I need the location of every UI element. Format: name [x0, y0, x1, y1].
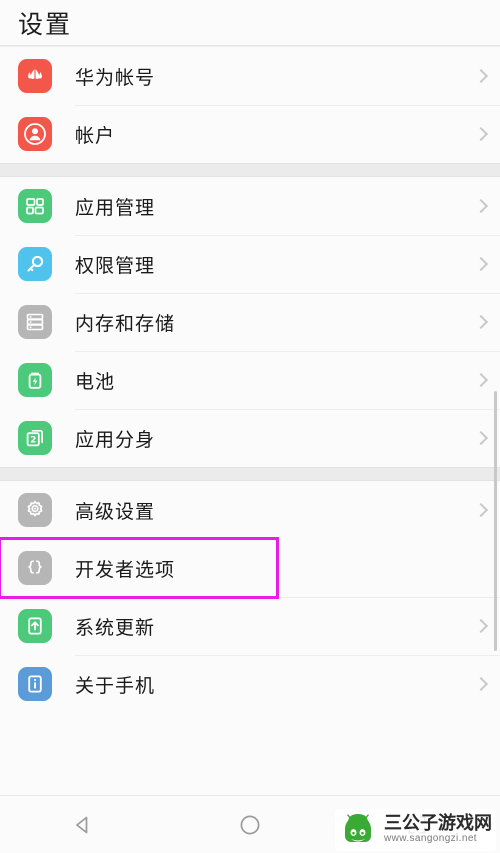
list-scrollbar[interactable] [494, 391, 497, 651]
settings-row-label: 权限管理 [75, 254, 156, 277]
settings-row-label: 开发者选项 [75, 558, 176, 581]
settings-row-app-twin[interactable]: 2 应用分身 [0, 409, 500, 467]
info-icon [18, 667, 52, 701]
settings-row-about-phone[interactable]: 关于手机 [0, 655, 500, 713]
settings-row-label: 华为帐号 [75, 66, 156, 89]
settings-row-permission-management[interactable]: 权限管理 [0, 235, 500, 293]
settings-row-memory-storage[interactable]: 内存和存储 [0, 293, 500, 351]
settings-row-label: 应用分身 [75, 428, 156, 451]
battery-icon [18, 363, 52, 397]
chevron-right-icon [476, 256, 486, 273]
chevron-right-icon [476, 430, 486, 447]
settings-row-label: 内存和存储 [75, 312, 176, 335]
settings-row-developer-options[interactable]: 开发者选项 [0, 537, 279, 599]
settings-row-app-management[interactable]: 应用管理 [0, 177, 500, 235]
app-twin-icon: 2 [18, 421, 52, 455]
group-separator [0, 467, 500, 481]
braces-icon [18, 551, 52, 585]
settings-row-accounts[interactable]: 帐户 [0, 105, 500, 163]
chevron-right-icon [476, 502, 486, 519]
svg-text:2: 2 [30, 435, 36, 445]
account-person-icon [18, 117, 52, 151]
chevron-right-icon [476, 676, 486, 693]
settings-group-account: 华为帐号 帐户 [0, 46, 500, 163]
settings-row-label: 应用管理 [75, 196, 156, 219]
key-icon [18, 247, 52, 281]
settings-group-advanced: 高级设置 开发者选项 系统更新 关于手机 [0, 481, 500, 713]
settings-row-label: 关于手机 [75, 674, 156, 697]
settings-row-advanced-settings[interactable]: 高级设置 [0, 481, 500, 539]
settings-list[interactable]: 华为帐号 帐户 应用管理 权限管理 内存和存储 电池 2 应用分身 高级设置 开… [0, 46, 500, 795]
android-robot-icon [337, 811, 379, 849]
settings-row-label: 电池 [75, 370, 116, 393]
settings-row-label: 帐户 [75, 124, 116, 147]
settings-group-system: 应用管理 权限管理 内存和存储 电池 2 应用分身 [0, 177, 500, 467]
app-header: 设置 [0, 0, 500, 46]
app-grid-icon [18, 189, 52, 223]
system-navigation-bar: 三公子游戏网 www.sangongzi.net [0, 795, 500, 853]
system-update-icon [18, 609, 52, 643]
storage-server-icon [18, 305, 52, 339]
settings-row-label: 高级设置 [75, 500, 156, 523]
watermark-url: www.sangongzi.net [384, 833, 477, 845]
settings-screen: 设置 华为帐号 帐户 应用管理 权限管理 内存和存储 电池 2 应用分身 高级设… [0, 0, 500, 853]
chevron-right-icon [476, 198, 486, 215]
watermark-title: 三公子游戏网 [384, 813, 492, 835]
page-title: 设置 [18, 9, 73, 39]
chevron-right-icon [476, 126, 486, 143]
site-watermark: 三公子游戏网 www.sangongzi.net [335, 809, 496, 851]
home-circle-icon[interactable] [217, 805, 283, 845]
chevron-right-icon [476, 372, 486, 389]
huawei-logo-icon [18, 59, 52, 93]
group-separator [0, 163, 500, 177]
settings-row-battery[interactable]: 电池 [0, 351, 500, 409]
settings-row-label: 系统更新 [75, 616, 156, 639]
gear-icon [18, 493, 52, 527]
back-triangle-icon[interactable] [50, 805, 116, 845]
settings-row-huawei-account[interactable]: 华为帐号 [0, 47, 500, 105]
chevron-right-icon [476, 68, 486, 85]
chevron-right-icon [476, 618, 486, 635]
settings-row-system-update[interactable]: 系统更新 [0, 597, 500, 655]
chevron-right-icon [476, 314, 486, 331]
